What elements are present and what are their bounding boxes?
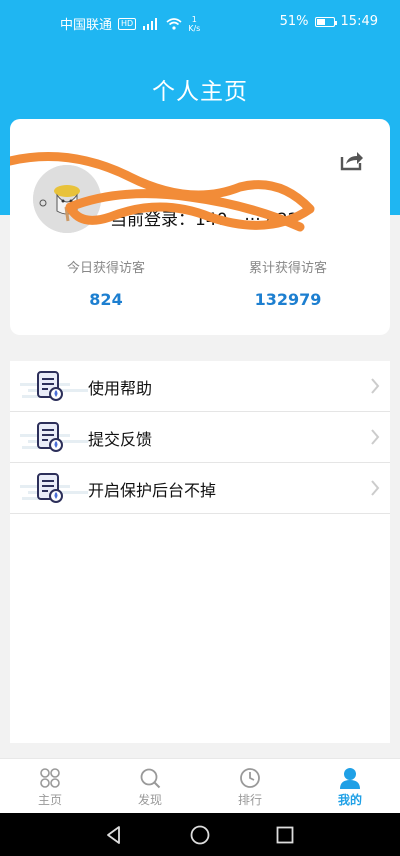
menu-item-label: 开启保护后台不掉 — [88, 481, 217, 500]
stat-value: 824 — [89, 290, 123, 309]
bottom-tab-bar: 主页 发现 排行 我的 — [0, 758, 400, 813]
battery-icon — [314, 16, 337, 27]
search-icon — [140, 768, 161, 789]
avatar-illustration-icon — [33, 165, 101, 233]
document-icon — [37, 473, 63, 503]
tab-discover[interactable]: 发现 — [100, 759, 200, 813]
clock-icon — [240, 768, 260, 788]
back-icon[interactable] — [103, 824, 125, 846]
menu-item-background-protection[interactable]: 开启保护后台不掉 — [10, 463, 390, 514]
menu-item-label: 使用帮助 — [88, 379, 153, 398]
chevron-right-icon — [371, 429, 380, 445]
battery-percent: 51% — [279, 14, 309, 29]
profile-card: 当前登录：140 - ··· 422 今日获得访客 824 累计获得访客 132… — [10, 119, 390, 335]
battery-fill — [316, 18, 325, 25]
stat-value: 132979 — [254, 290, 322, 309]
tab-label: 我的 — [337, 793, 362, 807]
chevron-right-icon — [371, 480, 380, 496]
tab-home[interactable]: 主页 — [0, 759, 100, 813]
tab-ranking[interactable]: 排行 — [200, 759, 300, 813]
menu-item-help[interactable]: 使用帮助 — [10, 361, 390, 412]
page-title: 个人主页 — [152, 79, 248, 105]
home-icon[interactable] — [189, 824, 211, 846]
hd-badge: HD — [118, 17, 137, 30]
network-speed-unit: K/s — [188, 23, 201, 33]
menu-item-feedback[interactable]: 提交反馈 — [10, 412, 390, 463]
status-left: 中国联通 HD 1 K/s — [60, 14, 200, 34]
tab-label: 发现 — [137, 793, 162, 807]
stat-label: 累计获得访客 — [248, 261, 327, 276]
clock-time: 15:49 — [340, 14, 378, 29]
share-icon[interactable] — [340, 149, 364, 171]
network-speed: 1 K/s — [188, 15, 200, 33]
recents-icon[interactable] — [274, 824, 296, 846]
network-speed-value: 1 — [191, 14, 197, 24]
status-right: 51% 15:49 — [280, 14, 378, 29]
today-visitors-stat: 今日获得访客 824 — [16, 257, 196, 309]
menu-list: 使用帮助 提交反馈 开启保护后台不掉 — [10, 361, 390, 743]
chevron-right-icon — [371, 378, 380, 394]
tab-mine[interactable]: 我的 — [300, 759, 400, 813]
tab-label: 主页 — [37, 793, 62, 807]
grid-icon — [40, 768, 60, 788]
current-login-text: 当前登录：140 - ··· 422 — [110, 210, 299, 230]
status-bar: 中国联通 HD 1 K/s 51% 15:49 — [0, 0, 400, 44]
wifi-icon — [166, 17, 182, 30]
user-icon — [340, 768, 360, 789]
document-icon — [37, 422, 63, 452]
avatar[interactable] — [33, 165, 101, 233]
stat-label: 今日获得访客 — [66, 261, 145, 276]
signal-icon — [143, 17, 158, 30]
tab-label: 排行 — [237, 793, 262, 807]
system-nav-bar — [0, 813, 400, 856]
menu-item-label: 提交反馈 — [88, 430, 153, 449]
carrier-name: 中国联通 — [60, 18, 113, 33]
total-visitors-stat: 累计获得访客 132979 — [198, 257, 378, 309]
document-icon — [37, 371, 63, 401]
